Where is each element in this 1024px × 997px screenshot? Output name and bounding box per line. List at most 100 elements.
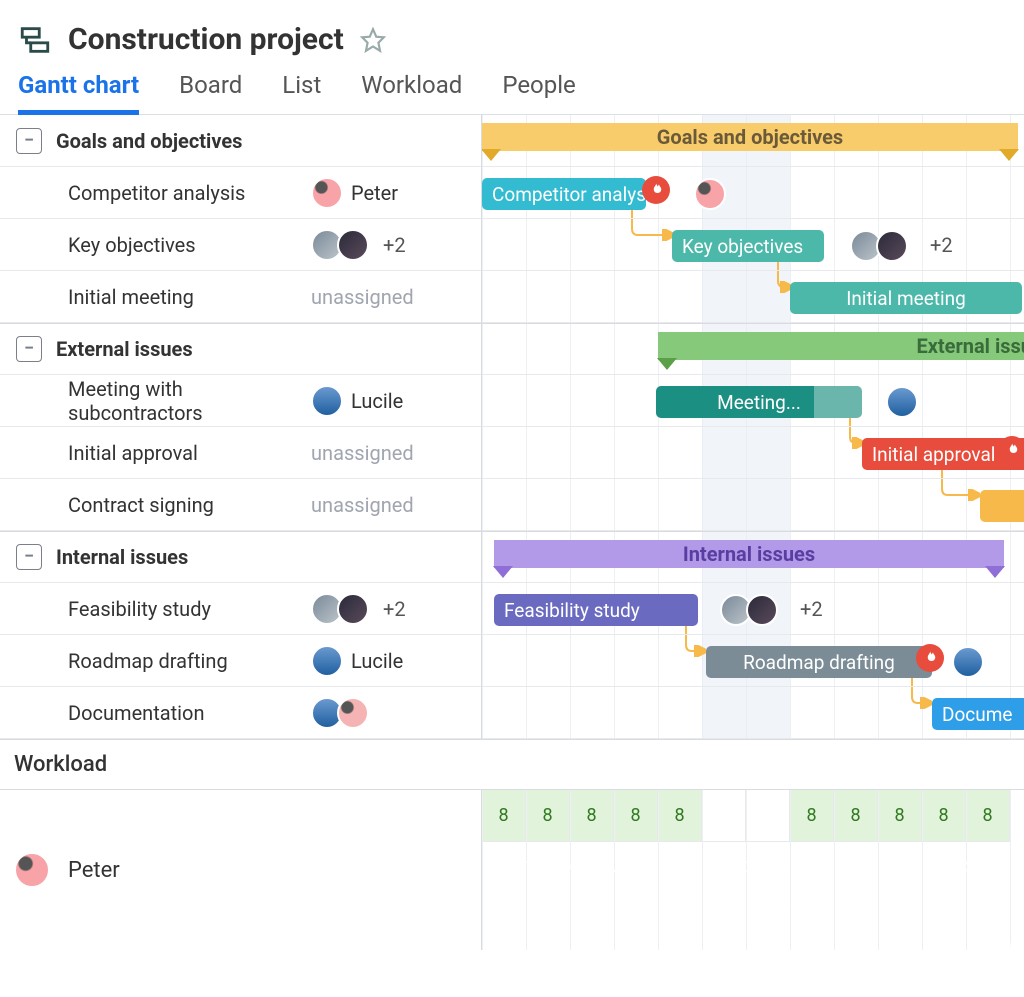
assignee-overflow-count: +2 <box>383 233 406 257</box>
workload-bar[interactable]: Stage 4 <box>612 888 976 922</box>
task-bar[interactable]: Docume <box>932 698 1024 730</box>
group-row[interactable]: − Internal issues <box>0 531 481 583</box>
collapse-icon[interactable]: − <box>16 128 42 154</box>
task-row[interactable]: Competitor analysis Peter <box>0 167 481 219</box>
group-label: Goals and objectives <box>56 129 242 153</box>
workload-bar[interactable]: Docum <box>930 848 1024 882</box>
unassigned-label: unassigned <box>311 441 414 465</box>
avatar <box>337 593 369 625</box>
assignee-cell[interactable]: Lucile <box>311 385 471 417</box>
tab-gantt-chart[interactable]: Gantt chart <box>18 67 139 114</box>
view-tabs: Gantt chart Board List Workload People <box>0 67 1024 115</box>
task-name: Documentation <box>68 701 301 725</box>
task-row[interactable]: Feasibility study +2 <box>0 583 481 635</box>
task-name: Contract signing <box>68 493 301 517</box>
group-bar[interactable]: Goals and objectives <box>482 123 1018 151</box>
assignee-cell[interactable]: Peter <box>311 177 471 209</box>
tab-workload[interactable]: Workload <box>361 67 462 114</box>
task-row[interactable]: Contract signing unassigned <box>0 479 481 531</box>
assignee-cell[interactable]: unassigned <box>311 493 471 517</box>
task-bar[interactable] <box>980 490 1024 522</box>
avatar <box>311 385 343 417</box>
assignee-overflow-count: +2 <box>930 233 953 257</box>
task-row[interactable]: Key objectives +2 <box>0 219 481 271</box>
project-title: Construction project <box>68 22 344 57</box>
task-name: Competitor analysis <box>68 181 301 205</box>
avatar <box>886 386 918 418</box>
assignee-cell[interactable]: unassigned <box>311 441 471 465</box>
group-row[interactable]: − Goals and objectives <box>0 115 481 167</box>
avatar <box>14 852 50 888</box>
fire-icon <box>916 644 944 672</box>
avatar <box>952 646 984 678</box>
assignee-cell[interactable]: Lucile <box>311 645 471 677</box>
avatar <box>311 177 343 209</box>
assignee-overflow-count: +2 <box>383 597 406 621</box>
group-bar[interactable]: External issu <box>658 332 1024 360</box>
avatar <box>311 645 343 677</box>
group-bar[interactable]: Internal issues <box>494 540 1004 568</box>
assignee-cell[interactable]: +2 <box>311 593 471 625</box>
group-label: Internal issues <box>56 545 188 569</box>
person-name: Peter <box>68 858 120 883</box>
task-name: Initial approval <box>68 441 301 465</box>
timeline-task-row: Docume <box>482 687 1024 739</box>
timeline-task-row: Initial meeting <box>482 271 1024 323</box>
timeline-task-row: Feasibility study +2 <box>482 583 1024 635</box>
timeline-task-row: Key objectives +2 <box>482 219 1024 271</box>
task-name: Roadmap drafting <box>68 649 301 673</box>
avatar <box>746 594 778 626</box>
workload-bar[interactable]: Plan <box>882 928 1022 950</box>
avatar <box>337 697 369 729</box>
task-row[interactable]: Documentation <box>0 687 481 739</box>
workload-bar[interactable]: Competitor an... <box>482 848 650 882</box>
assignee-overflow-count: +2 <box>800 597 823 621</box>
workload-bar[interactable]: Key objectives <box>660 848 828 882</box>
assignee-cell[interactable]: unassigned <box>311 285 471 309</box>
group-row[interactable]: − External issues <box>0 323 481 375</box>
avatar <box>876 230 908 262</box>
workload-timeline[interactable]: 8888888888 Competitor an... Key objectiv… <box>482 790 1024 950</box>
task-row[interactable]: Meeting with subcontractors Lucile <box>0 375 481 427</box>
unassigned-label: unassigned <box>311 493 414 517</box>
assignee-cell[interactable] <box>311 697 471 729</box>
unassigned-label: unassigned <box>311 285 414 309</box>
timeline-rows: Goals and objectives Competitor analys K… <box>482 115 1024 739</box>
collapse-icon[interactable]: − <box>16 544 42 570</box>
gantt-timeline-panel[interactable]: Goals and objectives Competitor analys K… <box>482 115 1024 739</box>
workload-section-title: Workload <box>0 739 1024 790</box>
task-row[interactable]: Initial meeting unassigned <box>0 271 481 323</box>
timeline-task-row: Roadmap drafting <box>482 635 1024 687</box>
fire-icon <box>998 436 1024 464</box>
workload-person-row[interactable]: Peter <box>0 790 481 950</box>
timeline-task-row: Initial approval <box>482 427 1024 479</box>
task-row[interactable]: Roadmap drafting Lucile <box>0 635 481 687</box>
workload-area: Peter 8888888888 Competitor an... Key ob… <box>0 790 1024 950</box>
task-name: Key objectives <box>68 233 301 257</box>
task-name: Meeting with subcontractors <box>68 377 301 425</box>
task-bar[interactable]: Meeting... <box>656 386 862 418</box>
tab-list[interactable]: List <box>282 67 321 114</box>
task-bar[interactable]: Competitor analys <box>482 178 646 210</box>
star-icon[interactable] <box>360 27 386 53</box>
collapse-icon[interactable]: − <box>16 336 42 362</box>
task-bar[interactable]: Initial meeting <box>790 282 1022 314</box>
task-row[interactable]: Initial approval unassigned <box>0 427 481 479</box>
project-icon <box>18 23 52 57</box>
task-bar[interactable]: Feasibility study <box>494 594 698 626</box>
task-bar[interactable]: Key objectives <box>672 230 824 262</box>
fire-icon <box>642 176 670 204</box>
timeline-task-row: Competitor analys <box>482 167 1024 219</box>
gantt-area: − Goals and objectives Competitor analys… <box>0 115 1024 739</box>
timeline-group-row: Internal issues <box>482 531 1024 583</box>
assignee-name: Lucile <box>351 389 403 413</box>
timeline-task-row: Meeting... <box>482 375 1024 427</box>
assignee-cell[interactable]: +2 <box>311 229 471 261</box>
task-name: Initial meeting <box>68 285 301 309</box>
task-list-panel: − Goals and objectives Competitor analys… <box>0 115 482 739</box>
group-label: External issues <box>56 337 193 361</box>
assignee-name: Peter <box>351 181 398 205</box>
tab-people[interactable]: People <box>502 67 575 114</box>
tab-board[interactable]: Board <box>179 67 242 114</box>
task-bar[interactable]: Roadmap drafting <box>706 646 932 678</box>
